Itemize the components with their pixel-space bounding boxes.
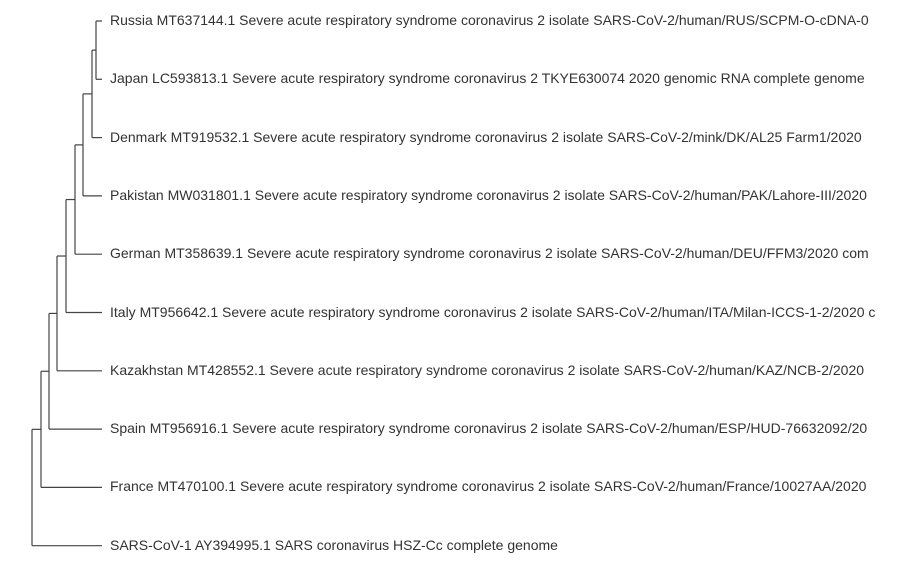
leaf-label-denmark: Denmark MT919532.1 Severe acute respirat…	[110, 128, 862, 145]
leaf-label-kazakhstan: Kazakhstan MT428552.1 Severe acute respi…	[110, 361, 865, 378]
leaf-label-spain: Spain MT956916.1 Severe acute respirator…	[110, 420, 868, 437]
leaf-label-italy: Italy MT956642.1 Severe acute respirator…	[110, 303, 876, 320]
leaf-label-pakistan: Pakistan MW031801.1 Severe acute respira…	[110, 186, 867, 203]
leaf-label-france: France MT470100.1 Severe acute respirato…	[110, 478, 867, 495]
leaf-label-sars1: SARS-CoV-1 AY394995.1 SARS coronavirus H…	[110, 536, 558, 553]
leaf-label-german: German MT358639.1 Severe acute respirato…	[110, 245, 869, 262]
leaf-label-japan: Japan LC593813.1 Severe acute respirator…	[110, 70, 865, 87]
leaf-label-russia: Russia MT637144.1 Severe acute respirato…	[110, 12, 869, 28]
